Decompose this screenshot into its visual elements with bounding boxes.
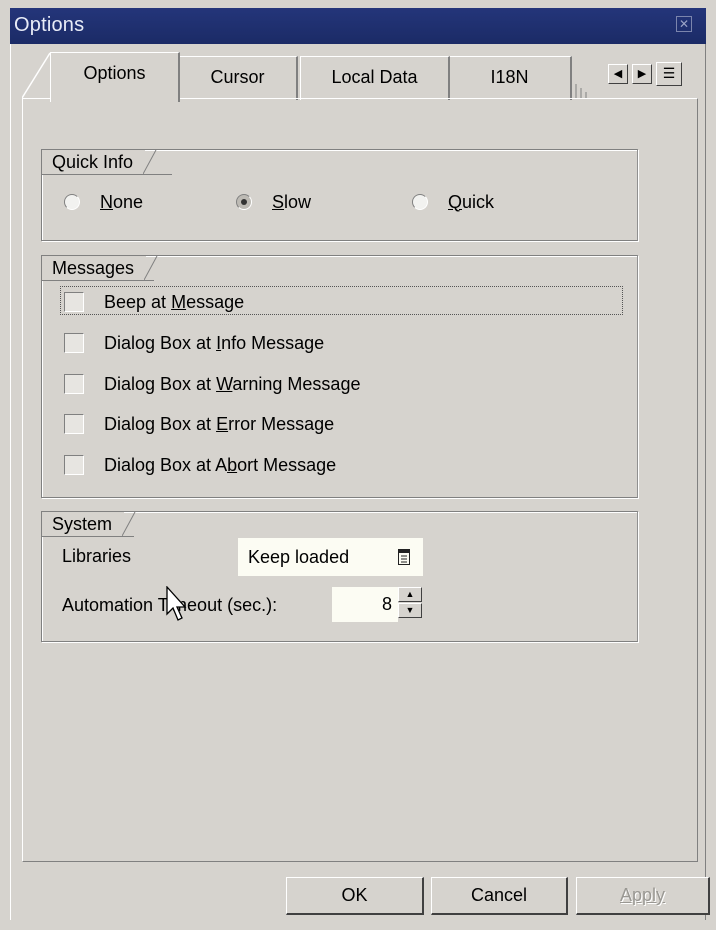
window-title: Options: [14, 14, 85, 36]
tab-label: Local Data: [331, 67, 418, 87]
tab-local-data[interactable]: Local Data: [300, 56, 450, 100]
cancel-button-label: Cancel: [470, 885, 528, 905]
tab-slant-decoration: [22, 52, 51, 99]
arrow-left-icon[interactable]: ◀: [608, 64, 628, 84]
close-icon[interactable]: ✕: [676, 16, 692, 32]
ok-button[interactable]: OK: [286, 877, 424, 915]
tab-overflow-decoration: [575, 84, 587, 98]
apply-button-label: Apply: [619, 885, 666, 905]
tab-panel: [22, 98, 698, 862]
tab-cursor[interactable]: Cursor: [178, 56, 298, 100]
tab-i18n[interactable]: I18N: [448, 56, 572, 100]
title-bar[interactable]: Options ✕: [10, 8, 706, 44]
tab-options[interactable]: Options: [50, 52, 180, 102]
ok-button-label: OK: [341, 885, 368, 905]
cancel-button[interactable]: Cancel: [431, 877, 568, 915]
tab-label: Options: [83, 63, 146, 83]
arrow-right-icon[interactable]: ▶: [632, 64, 652, 84]
apply-button[interactable]: Apply: [576, 877, 710, 915]
tab-label: Cursor: [210, 67, 265, 87]
mouse-pointer-icon: [166, 586, 187, 621]
tab-label: I18N: [490, 67, 529, 87]
tab-list-icon[interactable]: ☰: [656, 62, 682, 86]
